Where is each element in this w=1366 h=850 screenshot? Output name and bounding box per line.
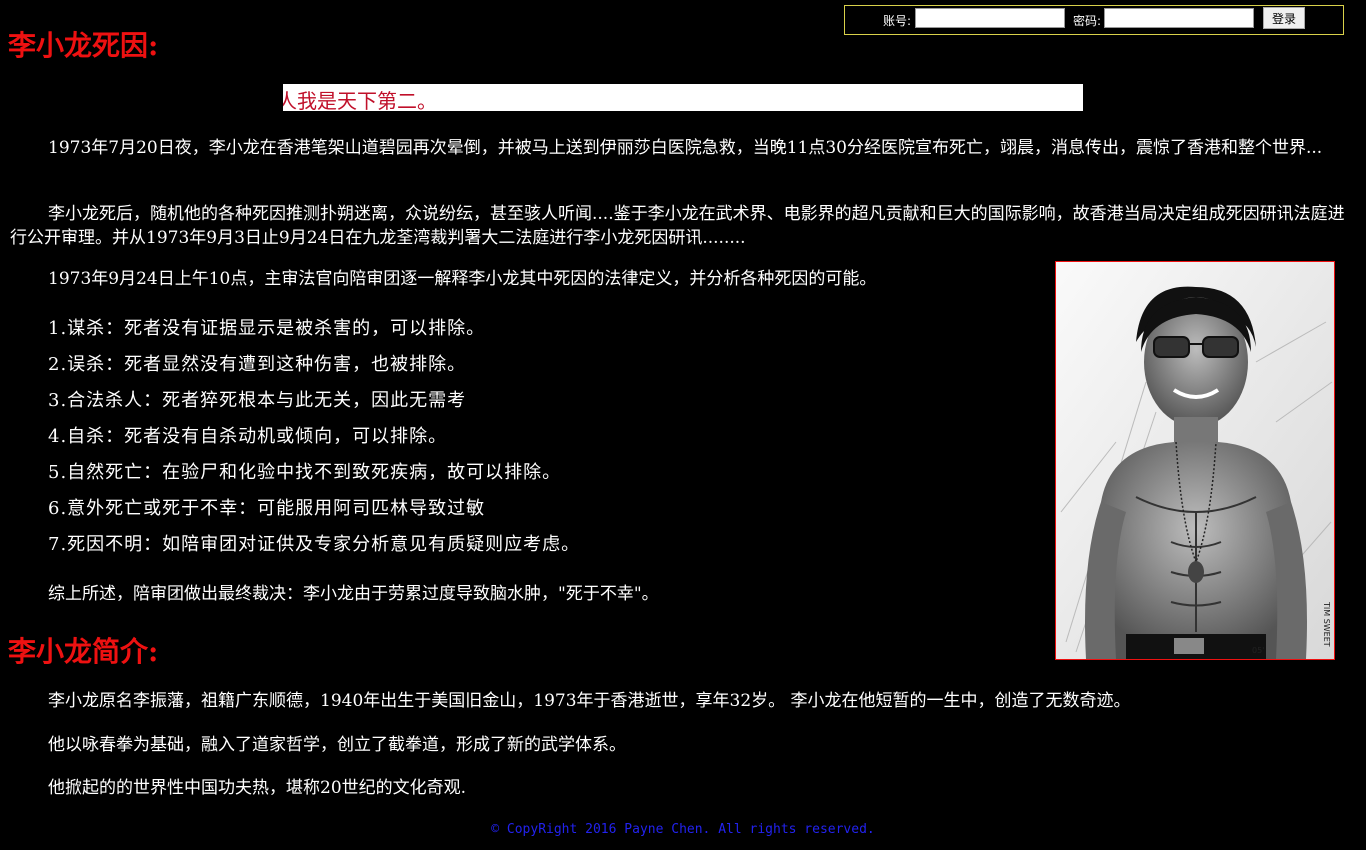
list-item: 7.死因不明：如陪审团对证供及专家分析意见有质疑则应考虑。 [48, 534, 581, 555]
list-item: 1.谋杀：死者没有证据显示是被杀害的，可以排除。 [48, 318, 486, 339]
cause-of-death-heading: 李小龙死因: [8, 29, 159, 62]
login-form: 账号: 密码: 登录 [844, 5, 1344, 35]
copyright-footer: © CopyRight 2016 Payne Chen. All rights … [491, 822, 875, 837]
paragraph-verdict-day: 1973年9月24日上午10点，主审法官向陪审团逐一解释李小龙其中死因的法律定义… [48, 269, 877, 289]
paragraph-bio-jkd: 他以咏春拳为基础，融入了道家哲学，创立了截拳道，形成了新的武学体系。 [48, 735, 626, 755]
list-item: 5.自然死亡：在验尸和化验中找不到致死疾病，故可以排除。 [48, 462, 562, 483]
account-label: 账号: [883, 14, 912, 28]
bruce-lee-portrait: TIM SWEET 05' [1055, 261, 1335, 660]
marquee-banner: 人我是天下第二。 [283, 84, 1083, 111]
login-button[interactable]: 登录 [1263, 7, 1305, 29]
portrait-sketch [1056, 262, 1334, 659]
password-input[interactable] [1104, 8, 1254, 28]
paragraph-bio-legacy: 他掀起的的世界性中国功夫热，堪称20世纪的文化奇观. [48, 778, 467, 798]
paragraph-inquest: 李小龙死后，随机他的各种死因推测扑朔迷离，众说纷纭，甚至骇人听闻....鉴于李小… [10, 204, 1345, 248]
year-mark: 05' [1252, 646, 1265, 655]
marquee-text: 人我是天下第二。 [283, 89, 437, 111]
list-item: 4.自杀：死者没有自杀动机或倾向，可以排除。 [48, 426, 448, 447]
page: 账号: 密码: 登录 李小龙死因: 人我是天下第二。 1973年7月20日夜，李… [0, 0, 1366, 850]
list-item: 6.意外死亡或死于不幸：可能服用阿司匹林导致过敏 [48, 498, 486, 519]
causes-list: 1.谋杀：死者没有证据显示是被杀害的，可以排除。 2.误杀：死者显然没有遭到这种… [48, 316, 580, 568]
paragraph-death-night: 1973年7月20日夜，李小龙在香港笔架山道碧园再次晕倒，并被马上送到伊丽莎白医… [48, 138, 1323, 158]
paragraph-bio-birth: 李小龙原名李振藩，祖籍广东顺德，1940年出生于美国旧金山，1973年于香港逝世… [48, 691, 1131, 711]
password-label: 密码: [1073, 14, 1102, 28]
artist-signature: TIM SWEET [1322, 602, 1331, 647]
paragraph-conclusion: 综上所述，陪审团做出最终裁决：李小龙由于劳累过度导致脑水肿，"死于不幸"。 [48, 584, 659, 604]
list-item: 3.合法杀人：死者猝死根本与此无关，因此无需考 [48, 390, 467, 411]
biography-heading: 李小龙简介: [8, 635, 159, 668]
list-item: 2.误杀：死者显然没有遭到这种伤害，也被排除。 [48, 354, 467, 375]
account-input[interactable] [915, 8, 1065, 28]
